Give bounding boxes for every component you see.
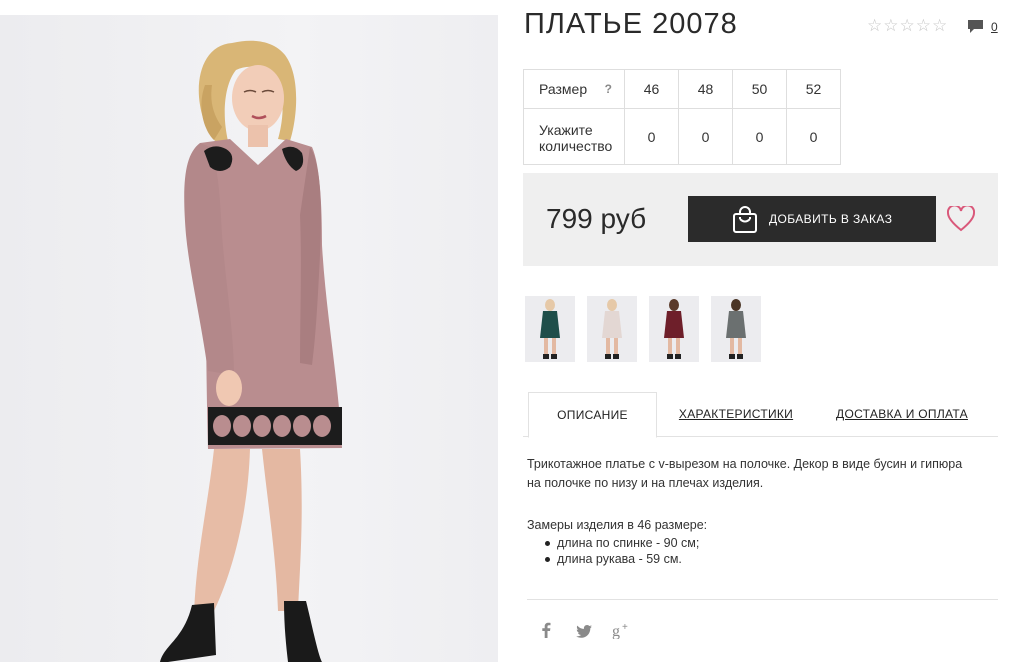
product-title: ПЛАТЬЕ 20078 <box>524 8 738 40</box>
add-to-order-button[interactable]: ДОБАВИТЬ В ЗАКАЗ <box>688 196 936 242</box>
description-line-2: на полочке по низу и на плечах изделия. <box>527 476 764 490</box>
size-help-icon[interactable]: ? <box>605 82 612 96</box>
svg-text:g: g <box>612 623 620 639</box>
measures-title: Замеры изделия в 46 размере: <box>527 518 708 532</box>
facebook-icon[interactable] <box>541 622 551 638</box>
add-to-order-label: ДОБАВИТЬ В ЗАКАЗ <box>769 212 893 226</box>
size-52: 52 <box>786 69 841 109</box>
thumbnail-grey[interactable] <box>711 296 761 362</box>
star-outline-icon[interactable]: ☆ <box>916 16 932 35</box>
model-in-dress-illustration <box>160 40 342 662</box>
thumbnail-beige[interactable] <box>587 296 637 362</box>
quantity-label-line2: количество <box>539 138 613 154</box>
tab-characteristics-label: ХАРАКТЕРИСТИКИ <box>678 407 794 421</box>
twitter-icon[interactable] <box>576 625 592 638</box>
thumbnail-image <box>664 299 684 359</box>
quantity-input-48[interactable]: 0 <box>678 108 733 165</box>
size-50: 50 <box>732 69 787 109</box>
size-label-cell: Размер ? <box>523 69 625 109</box>
quantity-input-50[interactable]: 0 <box>732 108 787 165</box>
shopping-bag-icon <box>733 206 757 233</box>
social-divider <box>527 599 998 600</box>
quantity-input-46[interactable]: 0 <box>624 108 679 165</box>
measure-item: длина по спинке - 90 см; <box>545 535 699 551</box>
star-outline-icon[interactable]: ☆ <box>883 16 899 35</box>
heart-icon[interactable] <box>947 206 975 232</box>
size-48: 48 <box>678 69 733 109</box>
tab-description[interactable]: ОПИСАНИЕ <box>528 392 657 438</box>
comments-count-link[interactable]: 0 <box>991 20 998 34</box>
price: 799 руб <box>546 203 647 234</box>
thumbnail-image <box>540 299 560 359</box>
comment-icon[interactable] <box>967 19 984 34</box>
google-plus-icon[interactable]: g + <box>612 621 632 639</box>
star-outline-icon[interactable]: ☆ <box>932 16 948 35</box>
size-row: Размер ? 46 48 50 52 <box>523 69 841 109</box>
thumbnail-green[interactable] <box>525 296 575 362</box>
star-outline-icon[interactable]: ☆ <box>867 16 883 35</box>
purchase-panel: 799 руб ДОБАВИТЬ В ЗАКАЗ <box>523 173 998 266</box>
product-description: Трикотажное платье с v-вырезом на полочк… <box>527 455 997 493</box>
thumbnail-burgundy[interactable] <box>649 296 699 362</box>
star-outline-icon[interactable]: ☆ <box>900 16 916 35</box>
quantity-input-52[interactable]: 0 <box>786 108 841 165</box>
tab-description-label: ОПИСАНИЕ <box>557 408 628 422</box>
svg-text:+: + <box>622 622 628 633</box>
thumbnail-image <box>726 299 746 359</box>
product-main-photo[interactable] <box>0 15 498 662</box>
size-label: Размер <box>539 81 588 97</box>
tab-delivery-payment[interactable]: ДОСТАВКА И ОПЛАТА <box>832 392 972 436</box>
quantity-row: Укажите количество 0 0 0 0 <box>523 108 841 165</box>
quantity-label-line1: Укажите <box>539 122 593 138</box>
quantity-label-cell: Укажите количество <box>523 108 625 165</box>
measures-list: длина по спинке - 90 см; длина рукава - … <box>527 535 699 567</box>
rating-stars[interactable]: ☆☆☆☆☆ <box>867 16 948 36</box>
size-quantity-table: Размер ? 46 48 50 52 Укажите количество … <box>523 69 841 165</box>
measure-item: длина рукава - 59 см. <box>545 551 699 567</box>
size-46: 46 <box>624 69 679 109</box>
tab-delivery-label: ДОСТАВКА И ОПЛАТА <box>836 407 968 421</box>
description-line-1: Трикотажное платье с v-вырезом на полочк… <box>527 457 963 471</box>
thumbnail-image <box>602 299 622 359</box>
tab-characteristics[interactable]: ХАРАКТЕРИСТИКИ <box>672 392 800 436</box>
